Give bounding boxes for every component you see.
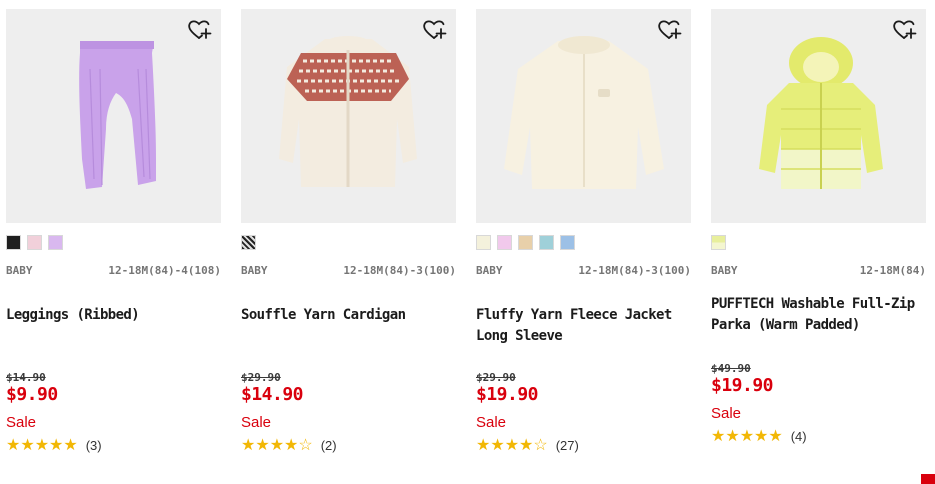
heart-plus-icon[interactable] <box>891 17 917 43</box>
product-meta: BABY 12-18M(84)-4(108) <box>6 264 221 294</box>
star-rating-icon: ★★★★★ <box>711 428 783 445</box>
sale-price: $19.90 <box>476 384 539 405</box>
color-swatches <box>711 235 926 252</box>
product-name[interactable]: PUFFTECH Washable Full-Zip Parka (Warm P… <box>711 294 926 336</box>
color-swatches <box>6 235 221 252</box>
product-card-cardigan[interactable]: BABY 12-18M(84)-3(100) Souffle Yarn Card… <box>241 9 456 455</box>
color-swatches <box>476 235 691 252</box>
swatch-beige[interactable] <box>518 235 533 250</box>
original-price: $29.90 <box>476 371 516 384</box>
price-block: $49.90 $19.90 Sale ★★★★★ (4) <box>711 362 926 446</box>
review-count: (2) <box>320 437 337 453</box>
product-size-range: 12-18M(84)-3(100) <box>578 264 691 277</box>
sale-label: Sale <box>711 405 742 422</box>
swatch-blue[interactable] <box>560 235 575 250</box>
corner-badge[interactable] <box>921 474 935 484</box>
original-price: $49.90 <box>711 362 751 375</box>
product-category: BABY <box>241 264 268 277</box>
swatch-aqua[interactable] <box>539 235 554 250</box>
sale-price: $9.90 <box>6 384 58 405</box>
product-size-range: 12-18M(84)-4(108) <box>108 264 221 277</box>
swatch-purple[interactable] <box>48 235 63 250</box>
sale-label: Sale <box>6 414 37 431</box>
sale-label: Sale <box>241 414 272 431</box>
price-block: $14.90 $9.90 Sale ★★★★★ (3) <box>6 371 221 455</box>
product-image[interactable] <box>241 9 456 223</box>
product-grid: BABY 12-18M(84)-4(108) Leggings (Ribbed)… <box>6 9 926 455</box>
review-count: (27) <box>555 437 579 453</box>
rating: ★★★★☆ (27) <box>476 435 691 455</box>
product-image[interactable] <box>476 9 691 223</box>
sale-price: $14.90 <box>241 384 304 405</box>
product-name[interactable]: Leggings (Ribbed) <box>6 305 221 347</box>
product-size-range: 12-18M(84)-3(100) <box>343 264 456 277</box>
price-block: $29.90 $14.90 Sale ★★★★☆ (2) <box>241 371 456 455</box>
rating: ★★★★☆ (2) <box>241 435 456 455</box>
product-meta: BABY 12-18M(84)-3(100) <box>241 264 456 294</box>
review-count: (3) <box>85 437 102 453</box>
product-card-parka[interactable]: BABY 12-18M(84) PUFFTECH Washable Full-Z… <box>711 9 926 455</box>
sale-price: $19.90 <box>711 375 774 396</box>
product-card-fleece-jacket[interactable]: BABY 12-18M(84)-3(100) Fluffy Yarn Fleec… <box>476 9 691 455</box>
product-category: BABY <box>6 264 33 277</box>
heart-plus-icon[interactable] <box>656 17 682 43</box>
swatch-pink[interactable] <box>497 235 512 250</box>
product-category: BABY <box>711 264 738 277</box>
swatch-black[interactable] <box>6 235 21 250</box>
product-meta: BABY 12-18M(84)-3(100) <box>476 264 691 294</box>
star-rating-icon: ★★★★☆ <box>241 437 313 454</box>
swatch-pink[interactable] <box>27 235 42 250</box>
swatch-cream[interactable] <box>476 235 491 250</box>
rating: ★★★★★ (3) <box>6 435 221 455</box>
review-count: (4) <box>790 428 807 444</box>
original-price: $29.90 <box>241 371 281 384</box>
product-category: BABY <box>476 264 503 277</box>
product-meta: BABY 12-18M(84) <box>711 264 926 294</box>
swatch-pattern[interactable] <box>241 235 256 250</box>
price-block: $29.90 $19.90 Sale ★★★★☆ (27) <box>476 371 691 455</box>
swatch-yellow[interactable] <box>711 235 726 250</box>
product-name[interactable]: Souffle Yarn Cardigan <box>241 305 456 347</box>
product-image[interactable] <box>711 9 926 223</box>
original-price: $14.90 <box>6 371 46 384</box>
product-name[interactable]: Fluffy Yarn Fleece Jacket Long Sleeve <box>476 305 691 347</box>
heart-plus-icon[interactable] <box>186 17 212 43</box>
sale-label: Sale <box>476 414 507 431</box>
product-image[interactable] <box>6 9 221 223</box>
product-card-leggings[interactable]: BABY 12-18M(84)-4(108) Leggings (Ribbed)… <box>6 9 221 455</box>
product-size-range: 12-18M(84) <box>859 264 926 277</box>
heart-plus-icon[interactable] <box>421 17 447 43</box>
color-swatches <box>241 235 456 252</box>
star-rating-icon: ★★★★☆ <box>476 437 548 454</box>
rating: ★★★★★ (4) <box>711 426 926 446</box>
star-rating-icon: ★★★★★ <box>6 437 78 454</box>
